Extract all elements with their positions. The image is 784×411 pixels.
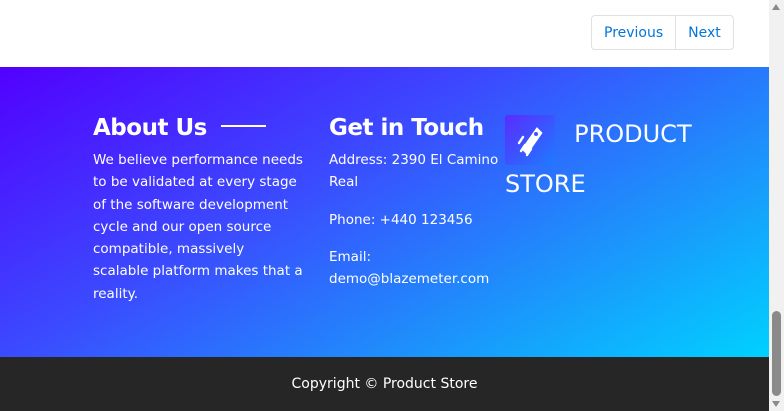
- copyright-text: Copyright © Product Store: [291, 376, 478, 392]
- about-us-column: About Us We believe performance needs to…: [93, 115, 303, 305]
- rocket-icon: [505, 115, 555, 165]
- brand-name-line1: PRODUCT: [574, 120, 692, 148]
- vertical-scrollbar[interactable]: [769, 0, 784, 411]
- about-us-heading: About Us: [93, 115, 303, 141]
- about-us-text: We believe performance needs to be valid…: [93, 152, 303, 302]
- previous-button[interactable]: Previous: [592, 16, 675, 49]
- heading-underline: [220, 124, 266, 127]
- top-bar: Previous Next: [0, 0, 769, 67]
- get-in-touch-heading: Get in Touch: [329, 115, 484, 141]
- brand-name-line2: STORE: [505, 170, 586, 198]
- footer-section: About Us We believe performance needs to…: [0, 67, 769, 357]
- scrollbar-thumb[interactable]: [772, 311, 781, 396]
- contact-address: Address: 2390 El Camino Real: [329, 152, 499, 191]
- pagination: Previous Next: [591, 15, 734, 50]
- scroll-down-arrow-icon[interactable]: [772, 401, 780, 407]
- contact-email: Email: demo@blazemeter.com: [329, 248, 490, 288]
- copyright-bar: Copyright © Product Store: [0, 357, 769, 411]
- brand-column: PRODUCT STORE: [505, 115, 725, 203]
- get-in-touch-column: Get in Touch Address: 2390 El Camino Rea…: [329, 115, 499, 290]
- scroll-up-arrow-icon[interactable]: [772, 4, 780, 10]
- next-button[interactable]: Next: [675, 16, 733, 49]
- contact-phone: Phone: +440 123456: [329, 211, 473, 228]
